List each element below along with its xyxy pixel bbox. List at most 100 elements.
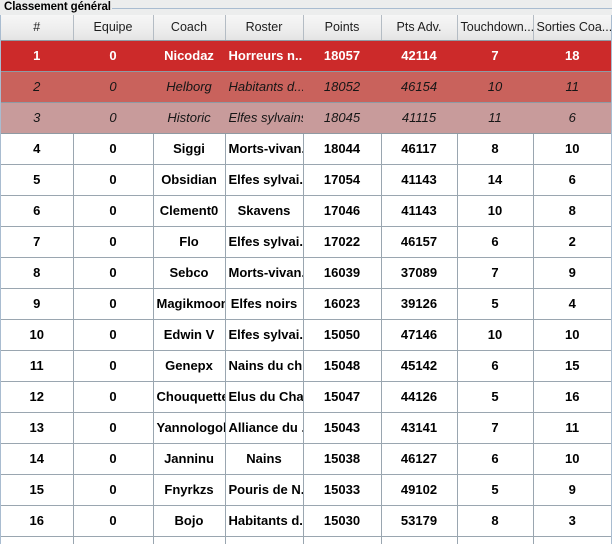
cell-pts_adv: 45142 (381, 350, 458, 382)
cell-equipe: 0 (73, 505, 154, 537)
cell-coach: Silkoun (153, 536, 226, 544)
column-header-coach[interactable]: Coach (153, 15, 226, 41)
table-row[interactable]: 80SebcoMorts-vivan...160393708979 (1, 257, 611, 289)
cell-points: 15048 (303, 350, 382, 382)
cell-equipe: 0 (73, 474, 154, 506)
cell-points: 17054 (303, 164, 382, 196)
cell-equipe: 0 (73, 226, 154, 258)
cell-pts_adv: 47146 (381, 319, 458, 351)
cell-coach: Genepx (153, 350, 226, 382)
cell-touchdowns: 6 (457, 536, 534, 544)
cell-sorties: 16 (533, 381, 611, 413)
cell-rank: 3 (1, 102, 74, 134)
cell-sorties: 11 (533, 412, 611, 444)
column-header-points[interactable]: Points (303, 15, 382, 41)
cell-pts_adv: 41143 (381, 195, 458, 227)
cell-pts_adv: 39126 (381, 288, 458, 320)
cell-roster: Elfes sylvai... (225, 319, 304, 351)
cell-roster: Elfes noirs (225, 536, 304, 544)
cell-pts_adv: 46127 (381, 443, 458, 475)
cell-sorties: 10 (533, 319, 611, 351)
cell-touchdowns: 10 (457, 195, 534, 227)
table-row[interactable]: 40SiggiMorts-vivan...1804446117810 (1, 133, 611, 165)
table-header-row: # Equipe Coach Roster Points Pts Adv. To… (1, 15, 611, 41)
cell-equipe: 0 (73, 350, 154, 382)
table-row[interactable]: 150FnyrkzsPouris de N...150334910259 (1, 474, 611, 506)
column-header-sorties[interactable]: Sorties Coa... (533, 15, 611, 41)
cell-points: 15030 (303, 505, 382, 537)
cell-rank: 14 (1, 443, 74, 475)
cell-rank: 13 (1, 412, 74, 444)
cell-roster: Elfes sylvai... (225, 226, 304, 258)
cell-points: 15050 (303, 319, 382, 351)
cell-roster: Morts-vivan... (225, 257, 304, 289)
cell-coach: Magikmoon (153, 288, 226, 320)
cell-rank: 16 (1, 505, 74, 537)
cell-touchdowns: 5 (457, 288, 534, 320)
cell-sorties: 4 (533, 288, 611, 320)
cell-touchdowns: 7 (457, 40, 534, 72)
table-row[interactable]: 6 0 Clement0 Skavens 17046 41143 10 8 (1, 195, 611, 227)
cell-pts_adv: 46154 (381, 71, 458, 103)
cell-rank: 9 (1, 288, 74, 320)
cell-roster: Nains du ch... (225, 350, 304, 382)
column-header-pts-adv[interactable]: Pts Adv. (381, 15, 458, 41)
cell-points: 18057 (303, 40, 382, 72)
cell-coach: Historic (153, 102, 226, 134)
table-row[interactable]: 7 0 Flo Elfes sylvai... 17022 46157 6 2 (1, 226, 611, 258)
table-row[interactable]: 110GenepxNains du ch...1504845142615 (1, 350, 611, 382)
cell-touchdowns: 5 (457, 381, 534, 413)
cell-points: 17022 (303, 226, 382, 258)
table-row[interactable]: 9 0 Magikmoon Elfes noirs 16023 39126 5 4 (1, 288, 611, 320)
table-row[interactable]: 1 0 Nicodaz Horreurs n... 18057 42114 7 18 (1, 40, 611, 72)
cell-pts_adv: 53179 (381, 505, 458, 537)
cell-coach: Obsidian (153, 164, 226, 196)
table-row[interactable]: 5 0 Obsidian Elfes sylvai... 17054 41143 14 6 (1, 164, 611, 196)
cell-coach: Yannologob (153, 412, 226, 444)
cell-points: 15043 (303, 412, 382, 444)
cell-equipe: 0 (73, 164, 154, 196)
cell-equipe: 0 (73, 412, 154, 444)
cell-equipe: 0 (73, 381, 154, 413)
column-header-roster[interactable]: Roster (225, 15, 304, 41)
ranking-table-viewport[interactable]: # Equipe Coach Roster Points Pts Adv. To… (0, 15, 612, 544)
cell-equipe: 0 (73, 40, 154, 72)
cell-touchdowns: 5 (457, 474, 534, 506)
table-row[interactable]: 2 0 Helborg Habitants d... 18052 46154 10 11 (1, 71, 611, 103)
cell-equipe: 0 (73, 536, 154, 544)
cell-points: 15033 (303, 474, 382, 506)
cell-points: 15047 (303, 381, 382, 413)
cell-points: 18044 (303, 133, 382, 165)
cell-touchdowns: 11 (457, 102, 534, 134)
cell-rank: 17 (1, 536, 74, 544)
ranking-table: # Equipe Coach Roster Points Pts Adv. To… (1, 15, 611, 544)
table-row[interactable]: 170SilkounElfes noirs150284312565 (1, 536, 611, 544)
cell-touchdowns: 7 (457, 257, 534, 289)
table-row[interactable]: 3 0 Historic Elfes sylvains 18045 41115 11 6 (1, 102, 611, 134)
table-body: 1 0 Nicodaz Horreurs n... 18057 42114 7 18 2 0 Hel… (1, 40, 611, 544)
column-header-rank[interactable]: # (1, 15, 74, 41)
cell-rank: 5 (1, 164, 74, 196)
cell-coach: Edwin V (153, 319, 226, 351)
table-row[interactable]: 130YannologobAlliance du ...150434314171… (1, 412, 611, 444)
cell-points: 18052 (303, 71, 382, 103)
cell-coach: Janninu (153, 443, 226, 475)
table-row[interactable]: 10 0 Edwin V Elfes sylvai... 15050 47146 10 10 (1, 319, 611, 351)
table-row[interactable]: 16 0 Bojo Habitants d... 15030 53179 8 3 (1, 505, 611, 537)
cell-equipe: 0 (73, 71, 154, 103)
cell-equipe: 0 (73, 319, 154, 351)
cell-roster: Skavens (225, 195, 304, 227)
column-header-touchdowns[interactable]: Touchdown... (457, 15, 534, 41)
cell-rank: 6 (1, 195, 74, 227)
cell-equipe: 0 (73, 195, 154, 227)
cell-pts_adv: 41143 (381, 164, 458, 196)
cell-sorties: 5 (533, 536, 611, 544)
table-row[interactable]: 120ChouquetteElus du Cha...1504744126516 (1, 381, 611, 413)
cell-sorties: 6 (533, 164, 611, 196)
table-row[interactable]: 14 0 Janninu Nains 15038 46127 6 10 (1, 443, 611, 475)
cell-rank: 4 (1, 133, 74, 165)
cell-roster: Alliance du ... (225, 412, 304, 444)
cell-pts_adv: 37089 (381, 257, 458, 289)
column-header-equipe[interactable]: Equipe (73, 15, 154, 41)
cell-points: 15028 (303, 536, 382, 544)
